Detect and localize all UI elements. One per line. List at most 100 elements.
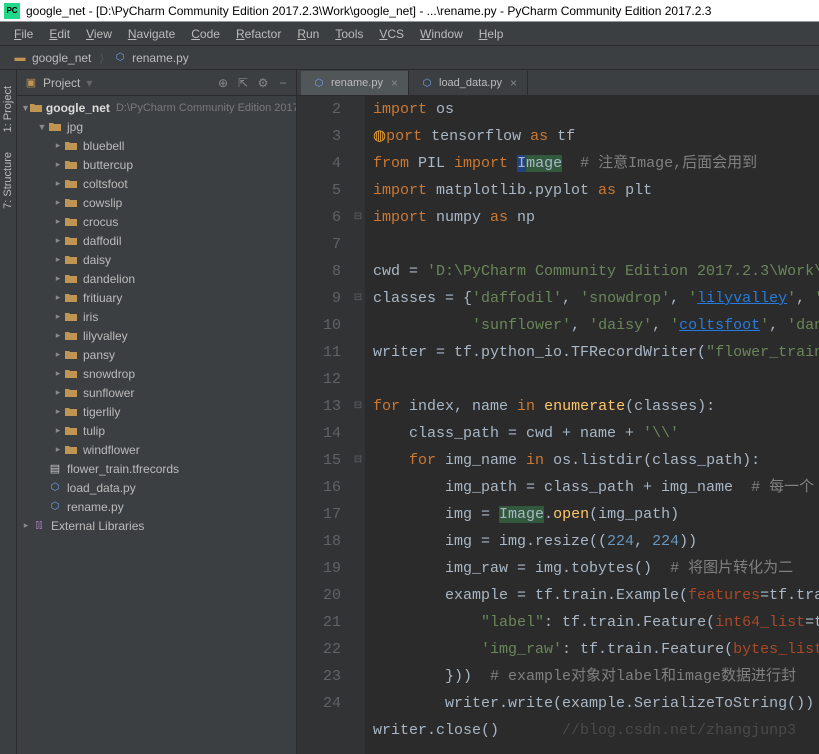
- folder-icon: [63, 293, 79, 303]
- folder-windflower[interactable]: ▸ windflower: [17, 440, 296, 459]
- folder-jpg[interactable]: ▼jpg: [17, 117, 296, 136]
- tree-arrow-icon[interactable]: ▸: [53, 197, 63, 208]
- folder-icon: [63, 141, 79, 151]
- tree-arrow-icon[interactable]: ▸: [53, 349, 63, 360]
- folder-pansy[interactable]: ▸pansy: [17, 345, 296, 364]
- tree-item-label: tigerlily: [83, 405, 120, 419]
- folder-cowslip[interactable]: ▸cowslip: [17, 193, 296, 212]
- external-libraries[interactable]: ▸⫾⫾External Libraries: [17, 516, 296, 535]
- folder-coltsfoot[interactable]: ▸coltsfoot: [17, 174, 296, 193]
- menu-help[interactable]: Help: [471, 23, 512, 45]
- project-pane-tools: ⊕ ⇱ ⚙−: [216, 76, 290, 90]
- collapse-icon[interactable]: ⇱: [236, 76, 250, 90]
- file-load_data.py[interactable]: ⬡load_data.py: [17, 478, 296, 497]
- breadcrumb-rename.py[interactable]: ⬡rename.py: [106, 49, 195, 67]
- menu-run[interactable]: Run: [289, 23, 327, 45]
- breadcrumb-google_net[interactable]: ▬google_net: [6, 49, 97, 67]
- menu-edit[interactable]: Edit: [41, 23, 78, 45]
- editor-tab-load_data.py[interactable]: ⬡load_data.py×: [409, 71, 528, 95]
- tree-arrow-icon[interactable]: ▸: [53, 311, 63, 322]
- close-tab-icon[interactable]: ×: [391, 76, 398, 90]
- fold-toggle[interactable]: ⊟: [351, 204, 365, 231]
- folder-snowdrop[interactable]: ▸snowdrop: [17, 364, 296, 383]
- fold-toggle: [351, 609, 365, 636]
- gear-icon[interactable]: ⚙: [256, 76, 270, 90]
- menu-navigate[interactable]: Navigate: [120, 23, 183, 45]
- folder-bluebell[interactable]: ▸ bluebell: [17, 136, 296, 155]
- tree-arrow-icon[interactable]: ▸: [53, 425, 63, 436]
- rail-tab-structure[interactable]: 7: Structure: [0, 142, 16, 219]
- folder-icon: [63, 426, 79, 436]
- folder-icon: [63, 255, 79, 265]
- tree-arrow-icon[interactable]: ▸: [21, 520, 31, 531]
- menu-file[interactable]: File: [6, 23, 41, 45]
- folder-daisy[interactable]: ▸ daisy: [17, 250, 296, 269]
- file-flower_train.tfrecords[interactable]: ▤flower_train.tfrecords: [17, 459, 296, 478]
- rail-tab-project[interactable]: 1: Project: [0, 76, 16, 142]
- tree-arrow-icon[interactable]: ▸: [53, 444, 63, 455]
- close-tab-icon[interactable]: ×: [510, 76, 517, 90]
- tree-arrow-icon[interactable]: ▸: [53, 406, 63, 417]
- dropdown-icon[interactable]: ▾: [86, 76, 92, 90]
- project-pane-title[interactable]: Project: [43, 76, 80, 90]
- tree-item-label: daisy: [83, 253, 111, 267]
- folder-fritiuary[interactable]: ▸ fritiuary: [17, 288, 296, 307]
- editor-tab-bar: ⬡rename.py×⬡load_data.py×: [297, 70, 819, 96]
- code-editor[interactable]: 23456789101112131415161718192021222324 ⊟…: [297, 96, 819, 754]
- target-icon[interactable]: ⊕: [216, 76, 230, 90]
- menu-vcs[interactable]: VCS: [371, 23, 412, 45]
- fold-toggle: [351, 366, 365, 393]
- tree-arrow-icon[interactable]: ▼: [37, 122, 47, 132]
- folder-sunflower[interactable]: ▸sunflower: [17, 383, 296, 402]
- folder-lilyvalley[interactable]: ▸lilyvalley: [17, 326, 296, 345]
- folder-dandelion[interactable]: ▸dandelion: [17, 269, 296, 288]
- code-content[interactable]: import os◍port tensorflow as tffrom PIL …: [365, 96, 819, 754]
- tree-arrow-icon[interactable]: ▸: [53, 292, 63, 303]
- tree-arrow-icon[interactable]: ▸: [53, 140, 63, 151]
- python-file-icon: ⬡: [311, 78, 327, 89]
- tree-arrow-icon[interactable]: ▸: [53, 235, 63, 246]
- folder-buttercup[interactable]: ▸buttercup: [17, 155, 296, 174]
- tree-arrow-icon[interactable]: ▸: [53, 330, 63, 341]
- folder-tigerlily[interactable]: ▸ tigerlily: [17, 402, 296, 421]
- menu-code[interactable]: Code: [183, 23, 228, 45]
- tree-item-label: bluebell: [83, 139, 124, 153]
- tree-arrow-icon[interactable]: ▸: [53, 216, 63, 227]
- folder-tulip[interactable]: ▸ tulip: [17, 421, 296, 440]
- fold-toggle: [351, 663, 365, 690]
- fold-toggle: [351, 312, 365, 339]
- tree-arrow-icon[interactable]: ▸: [53, 387, 63, 398]
- fold-toggle: [351, 528, 365, 555]
- editor-tab-rename.py[interactable]: ⬡rename.py×: [301, 71, 409, 95]
- fold-toggle[interactable]: ⊟: [351, 447, 365, 474]
- fold-gutter[interactable]: ⊟ ⊟ ⊟ ⊟: [351, 96, 365, 754]
- folder-icon: [47, 122, 63, 132]
- file-icon: ▤: [47, 462, 63, 475]
- tree-arrow-icon[interactable]: ▸: [53, 273, 63, 284]
- fold-toggle: [351, 717, 365, 744]
- file-rename.py[interactable]: ⬡rename.py: [17, 497, 296, 516]
- tree-item-label: windflower: [83, 443, 140, 457]
- fold-toggle[interactable]: ⊟: [351, 393, 365, 420]
- menu-window[interactable]: Window: [412, 23, 471, 45]
- folder-icon: [63, 217, 79, 227]
- folder-crocus[interactable]: ▸crocus: [17, 212, 296, 231]
- project-root[interactable]: ▼google_netD:\PyCharm Community Edition …: [17, 98, 296, 117]
- tree-item-label: tulip: [83, 424, 105, 438]
- hide-icon[interactable]: −: [276, 76, 290, 90]
- tree-arrow-icon[interactable]: ▸: [53, 368, 63, 379]
- tree-item-label: fritiuary: [83, 291, 122, 305]
- tree-arrow-icon[interactable]: ▸: [53, 178, 63, 189]
- folder-daffodil[interactable]: ▸daffodil: [17, 231, 296, 250]
- tree-arrow-icon[interactable]: ▸: [53, 159, 63, 170]
- folder-iris[interactable]: ▸iris: [17, 307, 296, 326]
- tree-arrow-icon[interactable]: ▸: [53, 254, 63, 265]
- menu-view[interactable]: View: [78, 23, 120, 45]
- folder-icon: [63, 369, 79, 379]
- fold-toggle: [351, 690, 365, 717]
- menu-refactor[interactable]: Refactor: [228, 23, 289, 45]
- project-tree[interactable]: ▼google_netD:\PyCharm Community Edition …: [17, 96, 296, 754]
- fold-toggle[interactable]: ⊟: [351, 285, 365, 312]
- tree-arrow-icon[interactable]: ▼: [21, 103, 30, 113]
- menu-tools[interactable]: Tools: [327, 23, 371, 45]
